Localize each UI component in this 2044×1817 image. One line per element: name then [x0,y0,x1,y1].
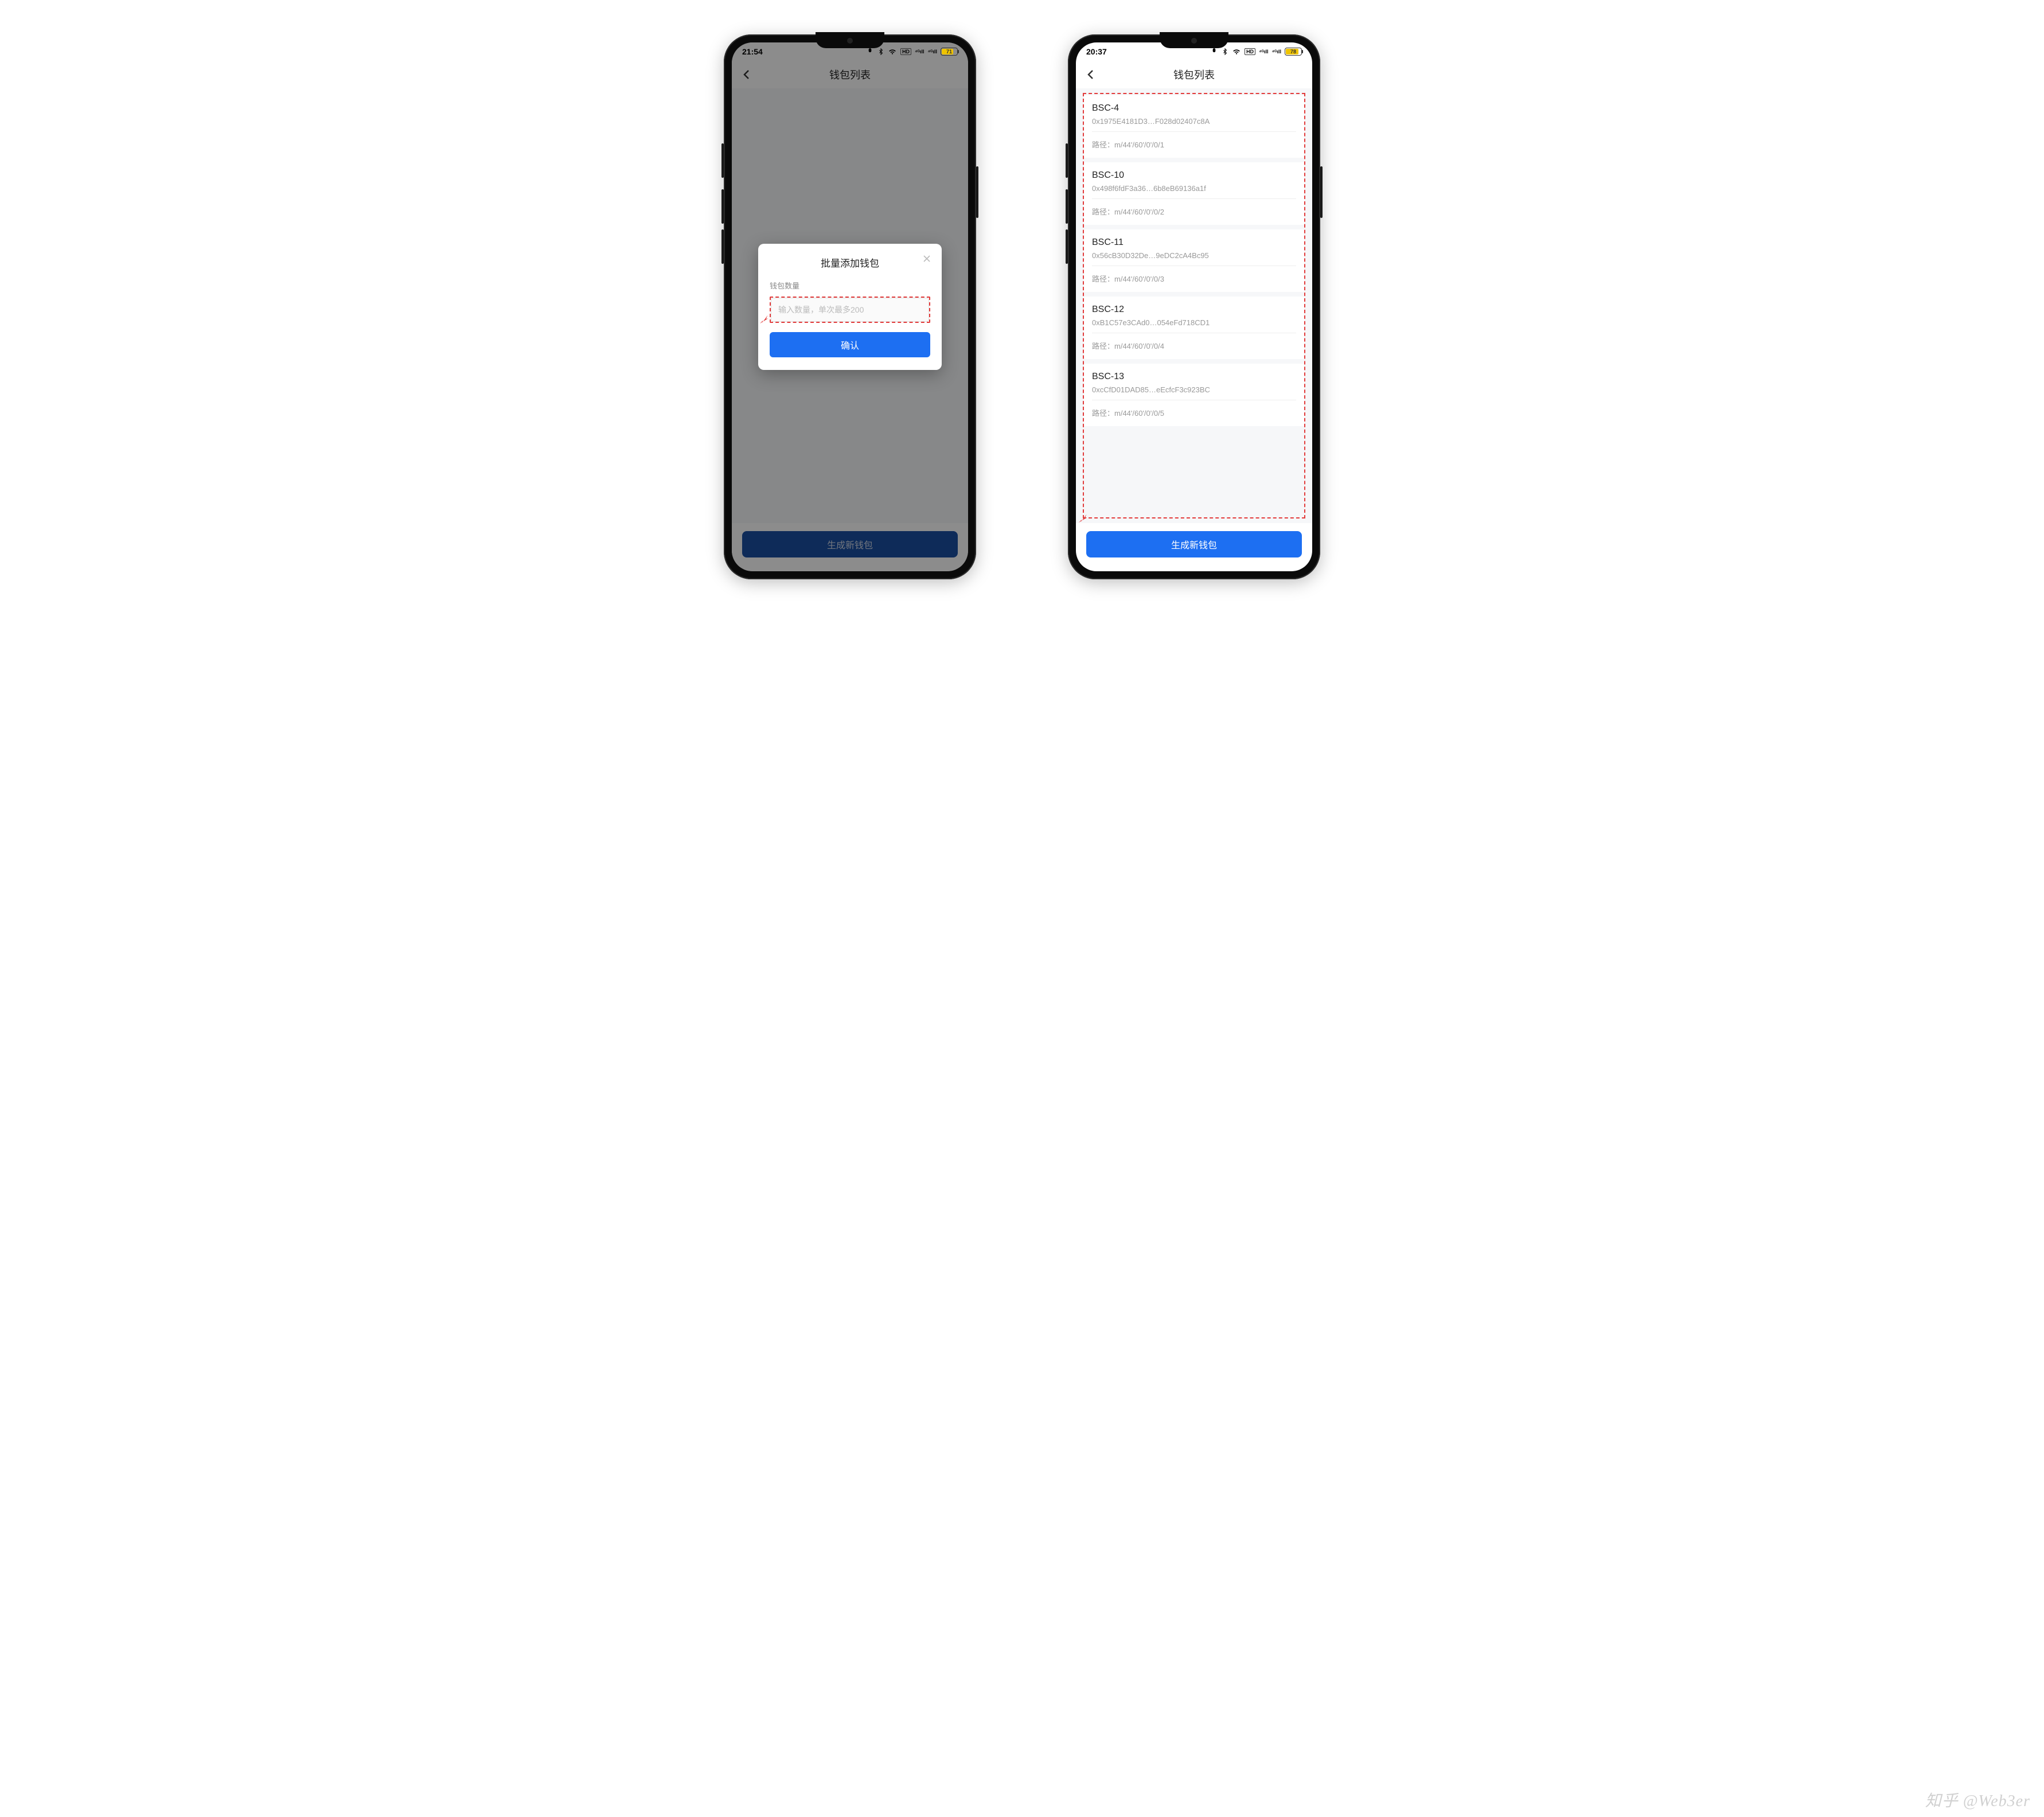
mute-icon [866,48,874,56]
battery-icon: 71 [941,48,958,56]
wallet-address: 0x1975E4181D3…F028d02407c8A [1092,117,1296,126]
watermark: 知乎 @Web3er [1925,1788,2030,1811]
bottom-bar: 生成新钱包 [1076,523,1312,571]
wallet-name: BSC-13 [1092,372,1296,382]
wallet-path: 路径：m/44'/60'/0'/0/3 [1084,266,1304,292]
chevron-left-icon [1084,68,1098,81]
modal-overlay[interactable]: 批量添加钱包 钱包数量 确认 [732,42,968,571]
battery-label: 71 [946,49,952,54]
create-wallet-button[interactable]: 生成新钱包 [1086,531,1302,557]
input-highlight-box [770,297,930,323]
bluetooth-icon [877,48,884,56]
wallet-name: BSC-4 [1092,103,1296,114]
modal-confirm-button[interactable]: 确认 [770,332,930,357]
wallet-name: BSC-11 [1092,237,1296,248]
wallet-name: BSC-10 [1092,170,1296,181]
wallet-address: 0x498f6fdF3a36…6b8eB69136a1f [1092,184,1296,193]
app-header: 钱包列表 [1076,61,1312,88]
hd-icon: HD [1245,48,1255,55]
create-wallet-label: 生成新钱包 [1171,537,1217,551]
wallet-path: 路径：m/44'/60'/0'/0/5 [1084,400,1304,426]
wallet-address: 0x56cB30D32De…9eDC2cA4Bc95 [1092,251,1296,260]
status-icons: HD ⁴ᴳıll ⁴ᴳıll 71 [866,48,958,56]
hd-icon: HD [900,48,911,55]
mute-icon [1210,48,1218,56]
wallet-name: BSC-12 [1092,305,1296,315]
status-time: 20:37 [1086,47,1107,56]
wallet-card[interactable]: BSC-13 0xcCfD01DAD85…eEcfcF3c923BC 路径：m/44… [1084,364,1304,426]
signal1-icon: ⁴ᴳıll [1259,49,1268,54]
close-icon [921,253,933,264]
wallet-address: 0xcCfD01DAD85…eEcfcF3c923BC [1092,385,1296,394]
wallet-path: 路径：m/44'/60'/0'/0/4 [1084,333,1304,359]
wallet-card[interactable]: BSC-4 0x1975E4181D3…F028d02407c8A 路径：m/44'… [1084,95,1304,158]
modal-confirm-label: 确认 [841,341,859,351]
wallet-count-input[interactable] [771,298,929,322]
signal2-icon: ⁴ᴳıll [1272,49,1281,54]
modal-close-button[interactable] [921,253,933,264]
modal-title: 批量添加钱包 [770,255,930,270]
screen-right: 20:37 HD ⁴ᴳıll ⁴ᴳıll [1076,42,1312,571]
wallet-card[interactable]: BSC-12 0xB1C57e3CAd0…054eFd718CD1 路径：m/44'… [1084,297,1304,359]
bluetooth-icon [1222,48,1228,56]
status-icons: HD ⁴ᴳıll ⁴ᴳıll 78 [1210,48,1302,56]
annotation-arrow-icon [1077,512,1090,523]
annotation-arrow-icon [758,313,771,325]
battery-label: 78 [1290,49,1296,54]
screen-left: 21:54 HD ⁴ᴳıll ⁴ᴳıll [732,42,968,571]
wifi-icon [888,48,897,56]
phone-frame-left: 21:54 HD ⁴ᴳıll ⁴ᴳıll [724,34,976,579]
wallet-list-area[interactable]: BSC-4 0x1975E4181D3…F028d02407c8A 路径：m/44'… [1076,88,1312,523]
wallet-list: BSC-4 0x1975E4181D3…F028d02407c8A 路径：m/44'… [1076,88,1312,426]
signal2-icon: ⁴ᴳıll [928,49,937,54]
status-time: 21:54 [742,47,763,56]
modal-field-label: 钱包数量 [770,280,930,291]
bulk-add-modal: 批量添加钱包 钱包数量 确认 [758,244,942,370]
battery-icon: 78 [1285,48,1302,56]
wallet-address: 0xB1C57e3CAd0…054eFd718CD1 [1092,318,1296,327]
back-button[interactable] [1084,68,1098,81]
wallet-path: 路径：m/44'/60'/0'/0/2 [1084,199,1304,225]
wifi-icon [1232,48,1241,56]
wallet-path: 路径：m/44'/60'/0'/0/1 [1084,132,1304,158]
signal1-icon: ⁴ᴳıll [915,49,924,54]
page-title: 钱包列表 [1173,67,1215,82]
phone-frame-right: 20:37 HD ⁴ᴳıll ⁴ᴳıll [1068,34,1320,579]
wallet-card[interactable]: BSC-10 0x498f6fdF3a36…6b8eB69136a1f 路径：m/4… [1084,162,1304,225]
notch [816,32,884,48]
wallet-card[interactable]: BSC-11 0x56cB30D32De…9eDC2cA4Bc95 路径：m/44'… [1084,229,1304,292]
notch [1160,32,1228,48]
